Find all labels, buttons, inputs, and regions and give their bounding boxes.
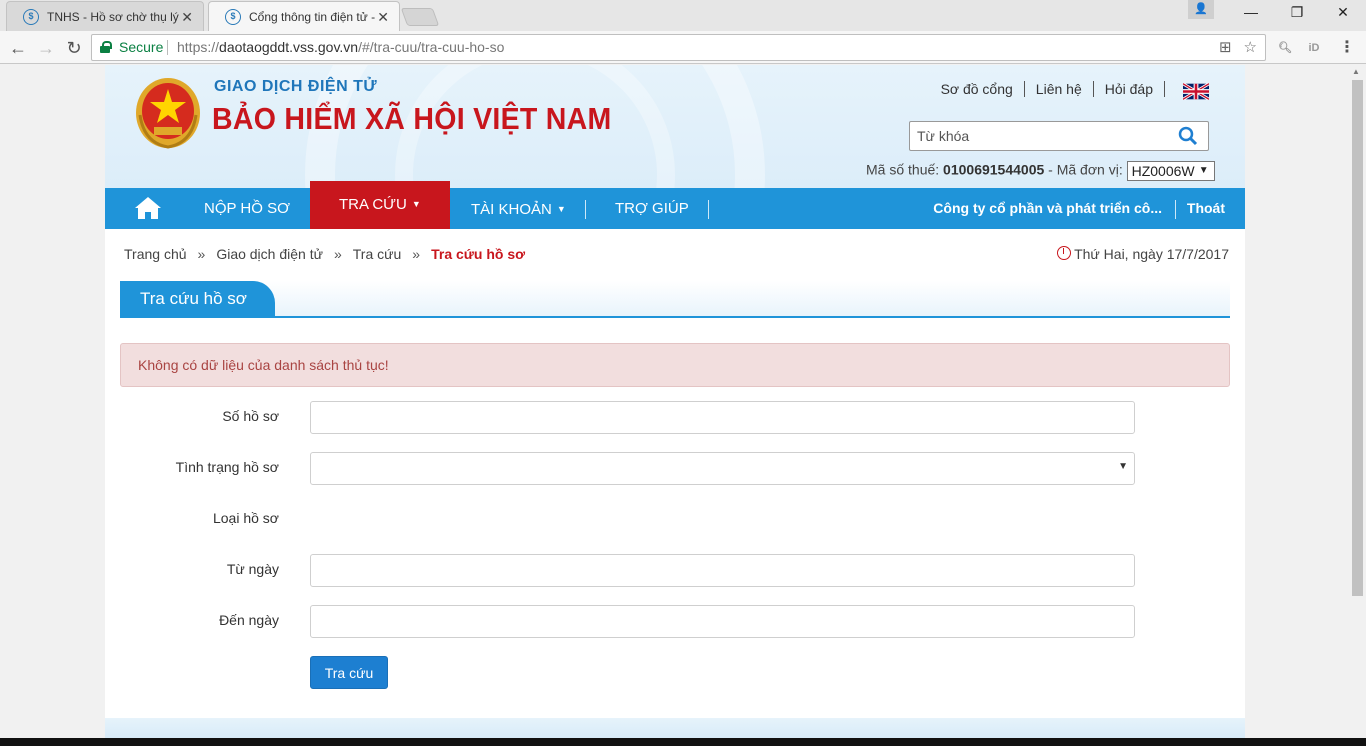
top-link-so-do-cong[interactable]: Sơ đồ cổng: [929, 81, 1025, 97]
top-links: Sơ đồ cổng Liên hệ Hỏi đáp: [929, 81, 1165, 97]
caret-down-icon: ▼: [411, 199, 421, 209]
search-extension-icon[interactable]: 🔍︎: [1276, 39, 1294, 57]
site-favicon-icon: $: [225, 9, 241, 25]
breadcrumb-separator-icon: »: [197, 246, 206, 262]
close-window-icon[interactable]: ✕: [1320, 0, 1366, 25]
back-arrow-icon[interactable]: ←: [6, 36, 30, 60]
scrollbar-thumb[interactable]: [1352, 80, 1363, 596]
clock-icon: [1057, 246, 1072, 260]
extension-id-icon[interactable]: iD: [1305, 39, 1323, 57]
breadcrumb-item[interactable]: Trang chủ: [124, 246, 187, 262]
site-header: GIAO DỊCH ĐIỆN TỬ BẢO HIỂM XÃ HỘI VIỆT N…: [105, 65, 1245, 188]
restore-icon[interactable]: ❐: [1274, 0, 1320, 25]
scroll-up-icon[interactable]: ▲: [1352, 67, 1360, 76]
site-title: BẢO HIỂM XÃ HỘI VIỆT NAM: [212, 101, 612, 136]
nav-item-nop-ho-so[interactable]: NỘP HỒ SƠ: [204, 188, 290, 229]
uk-flag-icon[interactable]: [1183, 83, 1209, 100]
tinh-trang-select[interactable]: ▼: [310, 452, 1135, 485]
nav-item-tra-cuu[interactable]: TRA CỨU ▼: [310, 181, 450, 229]
den-ngay-label: Đến ngày: [219, 612, 279, 628]
browser-tabstrip: $ TNHS - Hồ sơ chờ thụ lý ✕ $ Cổng thông…: [0, 0, 1366, 31]
unit-code-select[interactable]: HZ0006W ▼: [1126, 161, 1215, 181]
chevron-down-icon: ▼: [1118, 461, 1128, 472]
home-icon[interactable]: [134, 196, 162, 220]
so-ho-so-input[interactable]: [310, 401, 1135, 434]
main-navigation: NỘP HỒ SƠ TRA CỨU ▼ TÀI KHOẢN ▼ TRỢ GIÚP C…: [105, 181, 1245, 229]
browser-tab-tnhs[interactable]: $ TNHS - Hồ sơ chờ thụ lý ✕: [6, 1, 204, 31]
close-tab-icon[interactable]: ✕: [377, 2, 389, 31]
account-info-line: Mã số thuế: 0100691544005 - Mã đơn vị: H…: [866, 161, 1215, 181]
panel-header: Tra cứu hồ sơ: [120, 281, 1230, 318]
page-viewport: GIAO DỊCH ĐIỆN TỬ BẢO HIỂM XÃ HỘI VIỆT N…: [0, 65, 1349, 738]
new-tab-button[interactable]: [400, 8, 440, 26]
company-name[interactable]: Công ty cổ phần và phát triển cô...: [933, 188, 1162, 229]
breadcrumb-item[interactable]: Tra cứu: [353, 246, 402, 262]
national-emblem-icon: [136, 78, 200, 149]
tra-cuu-button[interactable]: Tra cứu: [310, 656, 388, 689]
no-data-alert: Không có dữ liệu của danh sách thủ tục!: [120, 343, 1230, 387]
den-ngay-input[interactable]: [310, 605, 1135, 638]
loai-ho-so-label: Loại hồ sơ: [212, 510, 279, 526]
top-link-lien-he[interactable]: Liên hệ: [1024, 81, 1094, 97]
profile-icon[interactable]: 👤: [1188, 0, 1214, 19]
nav-item-tro-giup[interactable]: TRỢ GIÚP: [615, 188, 689, 229]
panel-title: Tra cứu hồ sơ: [120, 281, 275, 316]
keyword-search-input[interactable]: [910, 122, 1160, 150]
os-taskbar: [0, 738, 1366, 746]
tab-title: TNHS - Hồ sơ chờ thụ lý: [47, 10, 179, 24]
vertical-scrollbar[interactable]: ▲: [1349, 65, 1366, 738]
address-bar[interactable]: Secure https://daotaogddt.vss.gov.vn/#/t…: [91, 34, 1266, 61]
current-date: Thứ Hai, ngày 17/7/2017: [1057, 246, 1229, 262]
tinh-trang-label: Tình trạng hồ sơ: [175, 459, 279, 475]
footer-strip: [105, 718, 1245, 738]
menu-dots-icon[interactable]: ⋮: [1338, 39, 1356, 57]
close-tab-icon[interactable]: ✕: [181, 2, 193, 31]
url-text[interactable]: https://daotaogddt.vss.gov.vn/#/tra-cuu/…: [177, 35, 504, 60]
breadcrumb-current: Tra cứu hồ sơ: [431, 246, 526, 262]
window-controls: 👤 — ❐ ✕: [1188, 0, 1366, 25]
search-icon[interactable]: [1178, 126, 1198, 146]
secure-label: Secure: [119, 39, 164, 55]
translate-icon[interactable]: ⊞: [1219, 39, 1232, 56]
so-ho-so-label: Số hồ sơ: [222, 408, 279, 424]
logout-link[interactable]: Thoát: [1187, 188, 1225, 229]
nav-item-tai-khoan[interactable]: TÀI KHOẢN ▼: [471, 188, 566, 229]
unit-code-label: - Mã đơn vị:: [1048, 161, 1123, 178]
breadcrumb-item[interactable]: Giao dịch điện tử: [216, 246, 323, 262]
tax-code-value: 0100691544005: [943, 161, 1045, 178]
site-container: GIAO DỊCH ĐIỆN TỬ BẢO HIỂM XÃ HỘI VIỆT N…: [105, 65, 1245, 738]
minimize-icon[interactable]: —: [1228, 0, 1274, 25]
site-favicon-icon: $: [23, 9, 39, 25]
bookmark-star-icon[interactable]: ☆: [1244, 39, 1257, 56]
caret-down-icon: ▼: [556, 204, 566, 214]
address-separator: [167, 40, 168, 55]
forward-arrow-icon[interactable]: →: [34, 36, 58, 60]
breadcrumb: Trang chủ » Giao dịch điện tử » Tra cứu » Tra …: [124, 246, 525, 262]
breadcrumb-separator-icon: »: [412, 246, 421, 262]
tax-code-label: Mã số thuế:: [866, 161, 940, 178]
browser-tab-cong-thong-tin[interactable]: $ Cổng thông tin điện tử - ✕: [208, 1, 400, 31]
top-link-hoi-dap[interactable]: Hỏi đáp: [1093, 81, 1165, 97]
tu-ngay-input[interactable]: [310, 554, 1135, 587]
breadcrumb-separator-icon: »: [333, 246, 342, 262]
tab-title: Cổng thông tin điện tử -: [249, 10, 376, 24]
browser-toolbar: ← → ↻ Secure https://daotaogddt.vss.gov.…: [0, 31, 1366, 64]
chevron-down-icon: ▼: [1198, 165, 1209, 176]
reload-icon[interactable]: ↻: [62, 36, 86, 60]
keyword-search-box: [909, 121, 1209, 151]
site-subtitle: GIAO DỊCH ĐIỆN TỬ: [214, 78, 378, 95]
lock-icon: [100, 41, 112, 53]
tu-ngay-label: Từ ngày: [226, 561, 279, 577]
